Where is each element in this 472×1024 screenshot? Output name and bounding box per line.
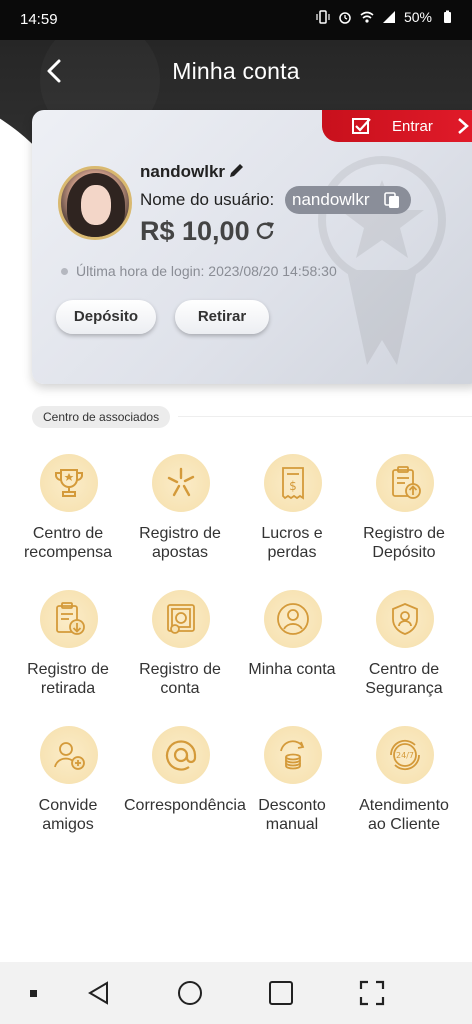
menu-item-rewards-center[interactable]: Centro de recompensa [12, 450, 124, 580]
system-nav-bar [0, 962, 472, 1024]
menu-item-label: Registro de retirada [27, 661, 109, 697]
icon-circle: 24/7 [376, 726, 434, 784]
menu-item-my-account[interactable]: Minha conta [236, 586, 348, 716]
battery-icon [444, 10, 451, 23]
invite-user-icon [54, 742, 85, 770]
menu-item-label: Convide amigos [38, 797, 98, 833]
menu-item-invite-friends[interactable]: Convide amigos [12, 722, 124, 852]
icon-circle [264, 590, 322, 648]
vibrate-icon [316, 10, 330, 24]
last-login-text: Última hora de login: 2023/08/20 14:58:3… [76, 263, 337, 279]
support-24-7-icon: 24/7 [390, 739, 420, 771]
icon-circle [40, 726, 98, 784]
menu-item-label: Registro de apostas [139, 525, 221, 561]
menu-item-label: Lucros e perdas [261, 525, 323, 561]
username: nandowlkr [140, 162, 226, 181]
clipboard-download-icon [56, 602, 85, 635]
checkbox-icon [352, 118, 371, 134]
menu-item-customer-support[interactable]: 24/7 Atendimento ao Cliente [348, 722, 460, 852]
signal-icon [382, 11, 395, 23]
menu-item-withdrawal-record[interactable]: Registro de retirada [12, 586, 124, 716]
avatar-face [81, 185, 111, 225]
fullscreen-icon[interactable] [357, 978, 387, 1008]
home-circle-icon[interactable] [175, 978, 205, 1008]
sparkle-icon [167, 467, 195, 497]
icon-circle [40, 590, 98, 648]
section-divider [178, 416, 472, 417]
wifi-icon [360, 11, 374, 23]
menu-item-account-record[interactable]: Registro de conta [124, 586, 236, 716]
status-bar: 14:59 50% [0, 0, 472, 40]
back-triangle-icon[interactable] [85, 978, 115, 1008]
copy-icon[interactable] [384, 192, 400, 209]
menu-item-label: Correspondência [124, 797, 246, 814]
icon-circle [40, 454, 98, 512]
avatar[interactable] [58, 166, 132, 240]
coins-icon [280, 740, 305, 770]
profile-card: Entrar nandowlkr Nome do usuário: nandow… [32, 110, 472, 384]
icon-circle [376, 454, 434, 512]
menu-item-deposit-record[interactable]: Registro de Depósito [348, 450, 460, 580]
account-record-icon [167, 604, 195, 634]
menu-item-label: Registro de conta [139, 661, 221, 697]
menu-item-correspondence[interactable]: Correspondência [124, 722, 246, 852]
deposit-button[interactable]: Depósito [56, 300, 156, 334]
balance: R$ 10,00 [140, 216, 250, 246]
battery-percent: 50% [403, 9, 432, 25]
menu-item-label: Minha conta [248, 661, 336, 678]
pencil-edit-icon[interactable] [228, 162, 245, 179]
page-title: Minha conta [172, 58, 300, 84]
trophy-icon [55, 469, 83, 497]
menu-dot-icon[interactable] [20, 978, 50, 1008]
menu-item-label: Atendimento ao Cliente [359, 797, 449, 833]
withdraw-button[interactable]: Retirar [175, 300, 269, 334]
menu-item-security-center[interactable]: Centro de Segurança [348, 586, 460, 716]
user-name-value: nandowlkr [292, 190, 370, 209]
menu-item-profit-loss[interactable]: $ Lucros e perdas [236, 450, 348, 580]
menu-item-label: Centro de Segurança [365, 661, 443, 697]
login-dot [61, 268, 68, 275]
svg-text:$: $ [289, 479, 297, 493]
enter-label: Entrar [392, 117, 433, 135]
shield-user-icon [392, 603, 418, 635]
section-label: Centro de associados [32, 406, 171, 428]
recents-square-icon[interactable] [266, 978, 296, 1008]
alarm-icon [339, 12, 351, 24]
menu-item-label: Centro de recompensa [23, 525, 113, 561]
icon-circle: $ [264, 454, 322, 512]
user-name-label: Nome do usuário: [140, 190, 275, 209]
icon-circle [152, 454, 210, 512]
svg-text:24/7: 24/7 [396, 751, 414, 760]
icon-circle [152, 590, 210, 648]
receipt-dollar-icon: $ [282, 467, 304, 500]
clipboard-upload-icon [392, 466, 421, 499]
refresh-icon[interactable] [254, 220, 276, 242]
status-icons: 50% [316, 9, 454, 25]
status-time: 14:59 [20, 11, 58, 28]
menu-item-label: Registro de Depósito [363, 525, 445, 561]
enter-button[interactable]: Entrar [322, 110, 472, 142]
menu-item-label: Desconto manual [258, 797, 326, 833]
chevron-right-icon [458, 118, 469, 134]
menu-item-manual-discount[interactable]: Desconto manual [236, 722, 348, 852]
user-icon [277, 603, 309, 635]
menu-item-bet-history[interactable]: Registro de apostas [124, 450, 236, 580]
at-icon [165, 740, 197, 771]
icon-circle [152, 726, 210, 784]
icon-circle [376, 590, 434, 648]
badge-watermark-icon [318, 156, 446, 365]
icon-circle [264, 726, 322, 784]
